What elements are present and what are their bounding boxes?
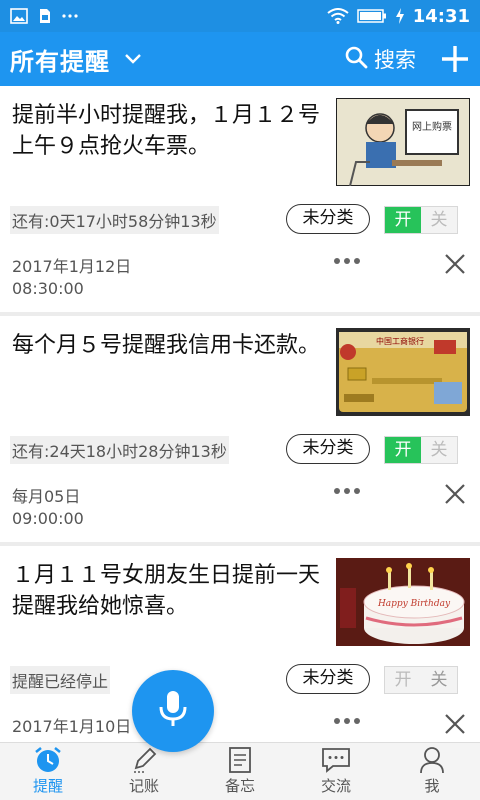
wifi-icon xyxy=(327,8,349,24)
date-line: 每月05日 xyxy=(12,487,81,506)
voice-input-button[interactable] xyxy=(132,670,214,752)
chevron-down-icon[interactable] xyxy=(124,53,142,65)
reminder-list: 提前半小时提醒我，１月１２号上午９点抢火车票。 网上购票 还有:0天17小时58… xyxy=(0,86,480,742)
chat-bubble-icon xyxy=(321,745,351,775)
sim-card-icon xyxy=(38,8,52,24)
nav-item-reminders[interactable]: 提醒 xyxy=(0,743,96,800)
thumbnail-caption: 网上购票 xyxy=(412,120,452,133)
notepad-icon xyxy=(228,745,252,775)
toggle-on-label[interactable]: 开 xyxy=(385,437,421,463)
reminder-status: 提醒已经停止 xyxy=(10,666,111,694)
toggle-on-label[interactable]: 开 xyxy=(385,207,421,233)
more-options-icon[interactable] xyxy=(334,258,360,264)
more-options-icon[interactable] xyxy=(334,488,360,494)
reminder-card[interactable]: 提前半小时提醒我，１月１２号上午９点抢火车票。 网上购票 还有:0天17小时58… xyxy=(0,86,480,312)
reminder-card[interactable]: 每个月５号提醒我信用卡还款。 中国工商银行 还有:24天18小时28分钟13秒 … xyxy=(0,316,480,542)
search-button[interactable]: 搜索 xyxy=(344,44,416,74)
person-icon xyxy=(419,745,445,775)
app-bar: 所有提醒 搜索 xyxy=(0,32,480,86)
reminder-thumbnail: 网上购票 xyxy=(335,97,471,187)
date-line: 2017年1月12日 xyxy=(12,257,132,276)
status-bar: 14:31 xyxy=(0,0,480,32)
delete-icon[interactable] xyxy=(444,713,466,739)
toggle-on-label[interactable]: 开 xyxy=(385,667,421,693)
reminder-text: １月１１号女朋友生日提前一天提醒我给她惊喜。 xyxy=(12,563,321,619)
search-icon xyxy=(344,45,368,74)
page-title[interactable]: 所有提醒 xyxy=(10,42,110,77)
charging-icon xyxy=(395,8,405,24)
more-options-icon[interactable] xyxy=(334,718,360,724)
nav-item-me[interactable]: 我 xyxy=(384,743,480,800)
nav-item-memo[interactable]: 备忘 xyxy=(192,743,288,800)
delete-icon[interactable] xyxy=(444,253,466,279)
alarm-clock-icon xyxy=(33,745,63,775)
microphone-icon xyxy=(157,689,189,733)
toggle-off-label[interactable]: 关 xyxy=(421,667,457,693)
search-label: 搜索 xyxy=(374,48,416,72)
more-notifications-icon xyxy=(62,13,78,19)
nav-label: 记账 xyxy=(128,777,159,795)
enable-toggle[interactable]: 开 关 xyxy=(384,436,458,464)
reminder-text: 提前半小时提醒我，１月１２号上午９点抢火车票。 xyxy=(12,103,321,159)
nav-item-community[interactable]: 交流 xyxy=(288,743,384,800)
pencil-icon xyxy=(130,745,158,775)
reminder-date: 每月05日 09:00:00 xyxy=(12,486,84,530)
nav-label: 备忘 xyxy=(224,777,255,795)
category-button[interactable]: 未分类 xyxy=(286,434,370,464)
reminder-thumbnail: 中国工商银行 xyxy=(336,328,470,416)
date-line: 2017年1月10日 xyxy=(12,717,132,736)
delete-icon[interactable] xyxy=(444,483,466,509)
toggle-off-label[interactable]: 关 xyxy=(421,207,457,233)
reminder-text: 每个月５号提醒我信用卡还款。 xyxy=(12,333,321,358)
image-notification-icon xyxy=(10,8,28,24)
enable-toggle[interactable]: 开 关 xyxy=(384,206,458,234)
reminder-date: 2017年1月12日 08:30:00 xyxy=(12,256,131,300)
time-line: 08:30:00 xyxy=(12,279,84,298)
add-icon[interactable] xyxy=(440,44,470,74)
nav-label: 交流 xyxy=(320,777,351,795)
category-button[interactable]: 未分类 xyxy=(286,664,370,694)
reminder-date: 2017年1月10日 xyxy=(12,716,131,738)
thumbnail-caption: 中国工商银行 xyxy=(376,336,424,346)
enable-toggle[interactable]: 开 关 xyxy=(384,666,458,694)
clock-time: 14:31 xyxy=(412,5,470,27)
bottom-nav: 提醒 记账 备忘 交流 我 xyxy=(0,742,480,800)
reminder-thumbnail: Happy Birthday xyxy=(336,558,470,646)
battery-icon xyxy=(356,9,387,23)
remaining-time: 还有:24天18小时28分钟13秒 xyxy=(10,436,229,464)
toggle-off-label[interactable]: 关 xyxy=(421,437,457,463)
nav-label: 提醒 xyxy=(32,777,63,795)
time-line: 09:00:00 xyxy=(12,509,84,528)
reminder-card[interactable]: １月１１号女朋友生日提前一天提醒我给她惊喜。 Happy Birthday 提醒… xyxy=(0,546,480,742)
thumbnail-caption: Happy Birthday xyxy=(377,599,451,609)
nav-label: 我 xyxy=(424,777,440,795)
remaining-time: 还有:0天17小时58分钟13秒 xyxy=(10,206,219,234)
category-button[interactable]: 未分类 xyxy=(286,204,370,234)
